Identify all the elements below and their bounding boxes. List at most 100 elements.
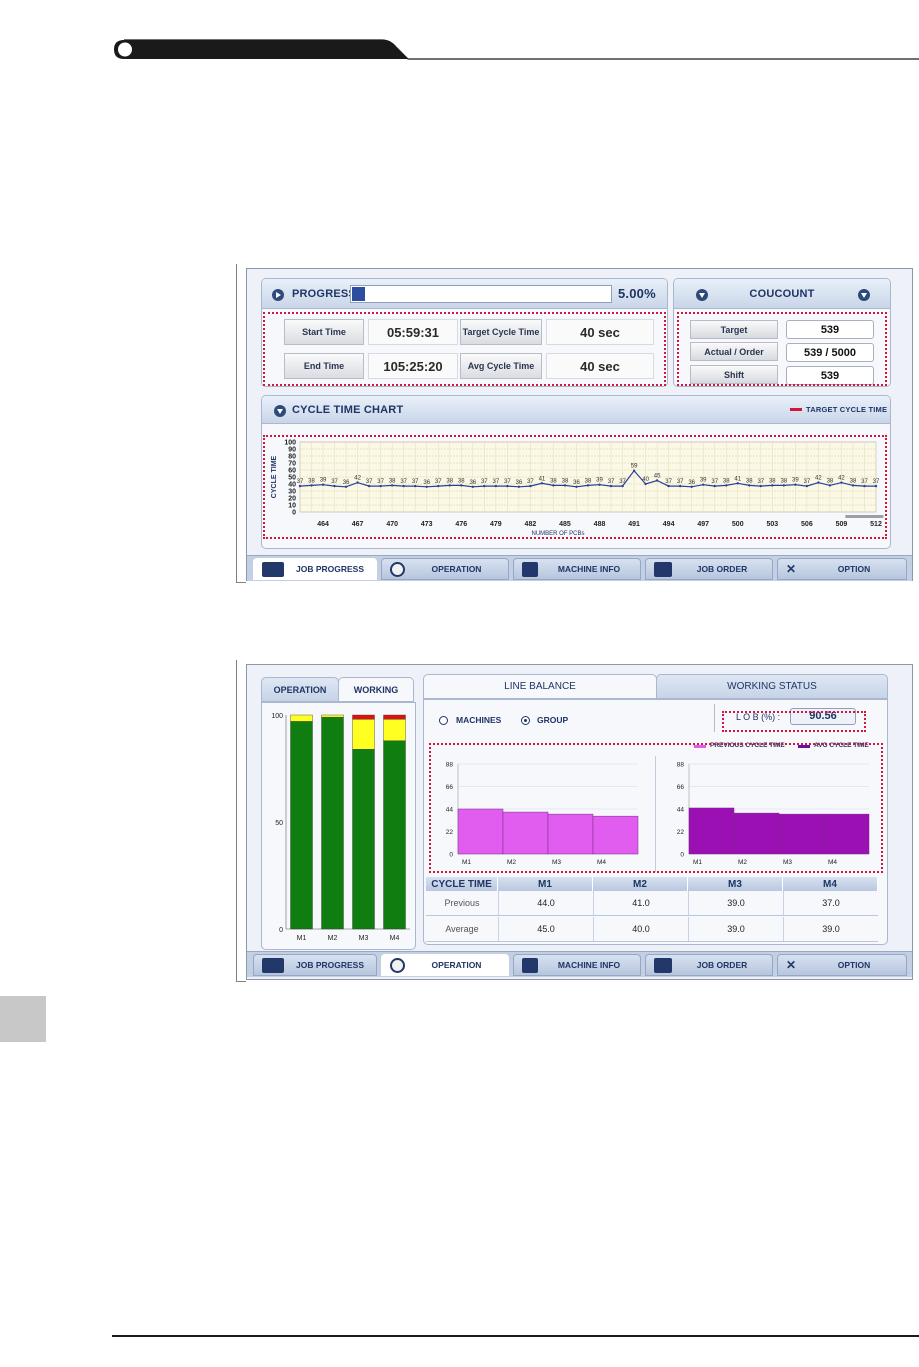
divider: [714, 704, 715, 732]
stacked-bar-segment: [290, 721, 313, 930]
table-header-cell: M2: [593, 877, 688, 891]
radio-group[interactable]: [521, 716, 530, 725]
tab-option[interactable]: ✕ OPTION: [777, 558, 907, 580]
tab-job-order[interactable]: JOB ORDER: [645, 558, 773, 580]
tab-label: OPERATION: [431, 564, 482, 574]
gauge-icon: [390, 957, 405, 973]
y-tick-label: 100: [271, 713, 283, 720]
page-header-bar: [112, 37, 919, 62]
radio-machines[interactable]: [439, 716, 448, 725]
stacked-bar-segment: [321, 716, 344, 930]
table-row-divider: [426, 941, 878, 942]
tab-operation[interactable]: OPERATION: [381, 558, 509, 580]
table-header-cell: M1: [498, 877, 593, 891]
tab-machine-info[interactable]: MACHINE INFO: [513, 954, 641, 976]
table-row-label: Average: [445, 924, 479, 934]
frame-line: [236, 582, 246, 583]
tab-label: MACHINE INFO: [557, 960, 621, 970]
tab-machine-info[interactable]: MACHINE INFO: [513, 558, 641, 580]
stacked-bar-segment: [383, 714, 406, 720]
play-icon[interactable]: [272, 289, 284, 301]
side-chapter-tab: [0, 996, 46, 1042]
chevron-down-icon[interactable]: [274, 405, 286, 417]
tab-job-progress[interactable]: JOB PROGRESS: [253, 954, 377, 976]
footer-rule: [112, 1335, 919, 1337]
x-tick-label: M4: [390, 935, 400, 942]
tab-working[interactable]: WORKING: [338, 677, 414, 702]
stacked-bar-segment: [383, 740, 406, 930]
tab-line-balance[interactable]: LINE BALANCE: [423, 674, 657, 699]
machine-icon: [522, 561, 538, 577]
job-progress-screen: PROGRESS 5.00% Start Time 05:59:31 Targe…: [246, 268, 913, 581]
edit-icon: [654, 561, 672, 577]
table-cell: 40.0: [593, 917, 688, 941]
operation-screen: OPERATION WORKING 0 50 100 M1 M2 M3 M4 LINE BA…: [246, 664, 913, 980]
working-stacked-bar-chart: 0 50 100 M1 M2 M3 M4: [271, 713, 410, 942]
progress-bar-fill: [352, 287, 365, 301]
table-header-cell: M3: [688, 877, 783, 891]
table-row-divider: [426, 915, 878, 916]
stacked-bar-segment: [290, 714, 313, 722]
tab-label: JOB ORDER: [696, 960, 748, 970]
radio-machines-label: MACHINES: [456, 715, 502, 725]
legend-swatch: [790, 408, 802, 411]
tab-label: OPERATION: [431, 960, 482, 970]
table-cell: 45.0: [498, 917, 593, 941]
tab-working-status[interactable]: WORKING STATUS: [656, 674, 888, 699]
tools-icon: ✕: [786, 561, 797, 576]
frame-line: [236, 981, 246, 982]
cycle-chart-title: CYCLE TIME CHART: [292, 404, 404, 416]
table-row-label: Previous: [444, 898, 480, 908]
nav-bar: JOB PROGRESS OPERATION MACHINE INFO JOB …: [247, 555, 912, 581]
table-cell: 37.0: [783, 891, 878, 915]
pulse-icon: [262, 957, 284, 973]
tab-job-progress[interactable]: JOB PROGRESS: [253, 558, 377, 580]
x-tick-label: M1: [297, 935, 307, 942]
table-cell: 41.0: [593, 891, 688, 915]
table-cell: 39.0: [688, 917, 783, 941]
nav-bar: JOB PROGRESS OPERATION MACHINE INFO JOB …: [247, 951, 912, 977]
highlight-box: [263, 312, 666, 386]
progress-panel-header: PROGRESS 5.00%: [262, 279, 667, 309]
table-cell: 39.0: [688, 891, 783, 915]
y-tick-label: 0: [279, 927, 283, 934]
table-header-cell: M4: [783, 877, 878, 891]
tab-label: JOB PROGRESS: [295, 960, 365, 970]
highlight-box: [722, 711, 866, 732]
tab-job-order[interactable]: JOB ORDER: [645, 954, 773, 976]
pulse-icon: [262, 561, 284, 577]
count-panel-header: COUCOUNT: [674, 279, 890, 309]
table-header-cell: CYCLE TIME: [426, 877, 498, 891]
table-cell: 39.0: [783, 917, 878, 941]
tab-label: MACHINE INFO: [557, 564, 621, 574]
tools-icon: ✕: [786, 957, 797, 972]
stacked-bar-segment: [352, 749, 375, 930]
working-panel: 0 50 100 M1 M2 M3 M4: [261, 702, 416, 950]
header-dot-icon: [118, 42, 132, 57]
edit-icon: [654, 957, 672, 973]
tab-label: OPTION: [837, 564, 871, 574]
stacked-bar-segment: [321, 714, 344, 718]
stacked-bar-segment: [383, 719, 406, 741]
highlight-box: [429, 743, 883, 873]
machine-icon: [522, 957, 538, 973]
chevron-down-icon[interactable]: [858, 289, 870, 301]
tab-label: OPTION: [837, 960, 871, 970]
radio-group-label: GROUP: [537, 715, 569, 725]
progress-title: PROGRESS: [292, 288, 356, 300]
progress-percent: 5.00%: [618, 286, 656, 301]
table-cell: 44.0: [498, 891, 593, 915]
highlight-box: [677, 312, 887, 386]
x-tick-label: M2: [328, 935, 338, 942]
tab-operation-sub[interactable]: OPERATION: [261, 677, 339, 702]
highlight-box: [263, 435, 887, 539]
x-tick-label: M3: [359, 935, 369, 942]
gauge-icon: [390, 561, 405, 577]
progress-bar: [350, 285, 612, 303]
frame-line: [236, 660, 237, 982]
legend-label: TARGET CYCLE TIME: [806, 405, 888, 414]
tab-option[interactable]: ✕ OPTION: [777, 954, 907, 976]
tab-operation[interactable]: OPERATION: [381, 954, 509, 976]
tab-label: JOB PROGRESS: [295, 564, 365, 574]
cycle-chart-header: CYCLE TIME CHART TARGET CYCLE TIME: [262, 396, 890, 424]
